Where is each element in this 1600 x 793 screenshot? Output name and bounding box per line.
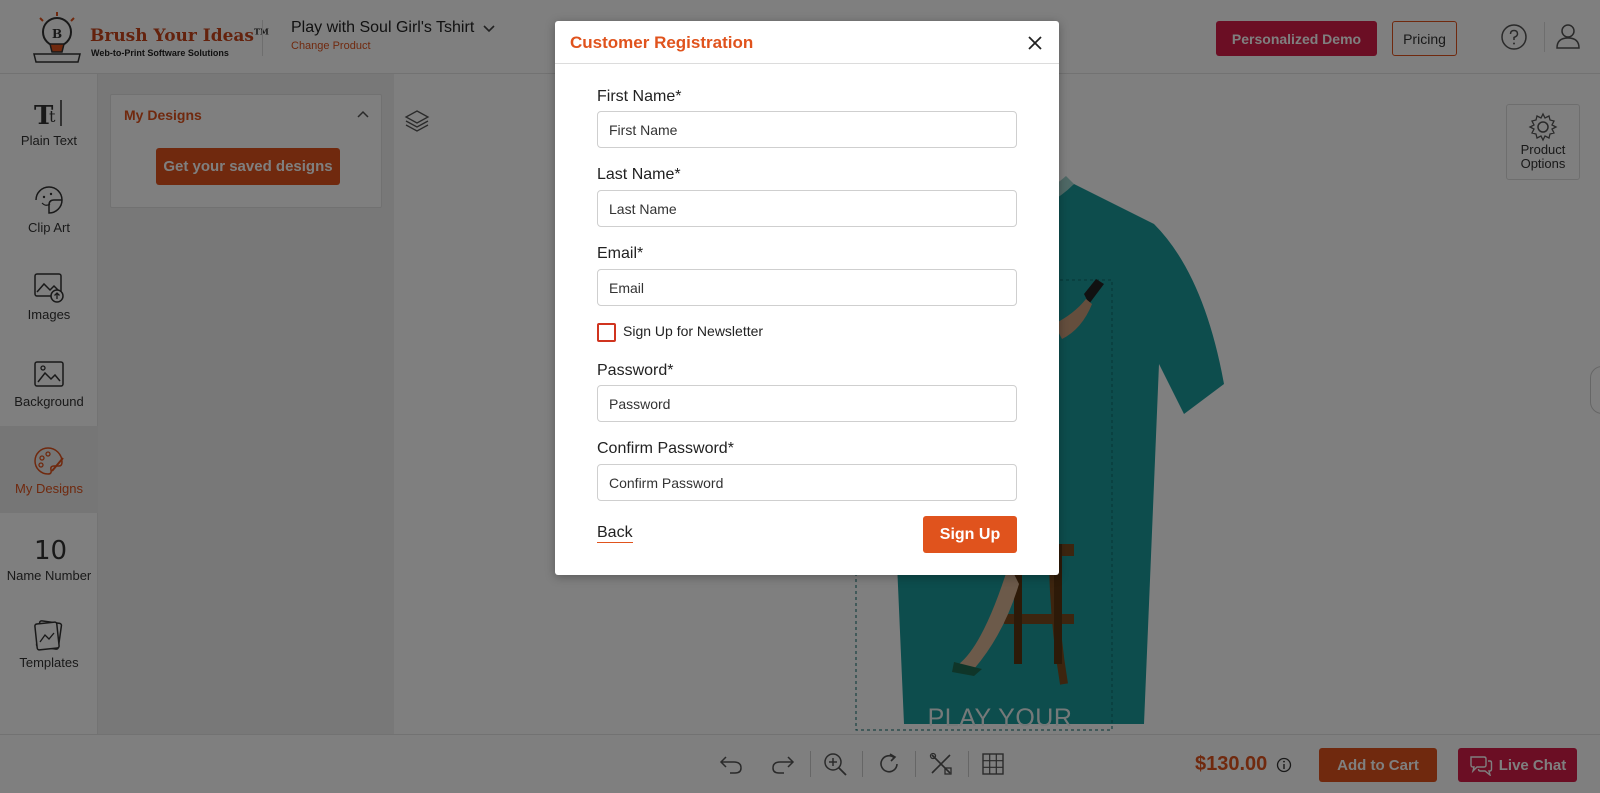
customer-registration-modal: Customer Registration First Name* Last N… <box>555 21 1059 575</box>
first-name-label: First Name* <box>597 88 682 105</box>
modal-header: Customer Registration <box>555 21 1059 64</box>
close-icon[interactable] <box>1025 33 1045 53</box>
first-name-input[interactable] <box>597 111 1017 148</box>
password-input[interactable] <box>597 385 1017 422</box>
last-name-input[interactable] <box>597 190 1017 227</box>
confirm-password-label: Confirm Password* <box>597 440 734 457</box>
modal-title: Customer Registration <box>570 33 754 52</box>
newsletter-checkbox[interactable] <box>597 323 616 342</box>
email-input[interactable] <box>597 269 1017 306</box>
sign-up-button[interactable]: Sign Up <box>923 516 1017 553</box>
password-label: Password* <box>597 362 674 379</box>
confirm-password-input[interactable] <box>597 464 1017 501</box>
back-link[interactable]: Back <box>597 524 633 543</box>
last-name-label: Last Name* <box>597 166 681 183</box>
email-label: Email* <box>597 245 644 262</box>
newsletter-label[interactable]: Sign Up for Newsletter <box>623 323 763 339</box>
